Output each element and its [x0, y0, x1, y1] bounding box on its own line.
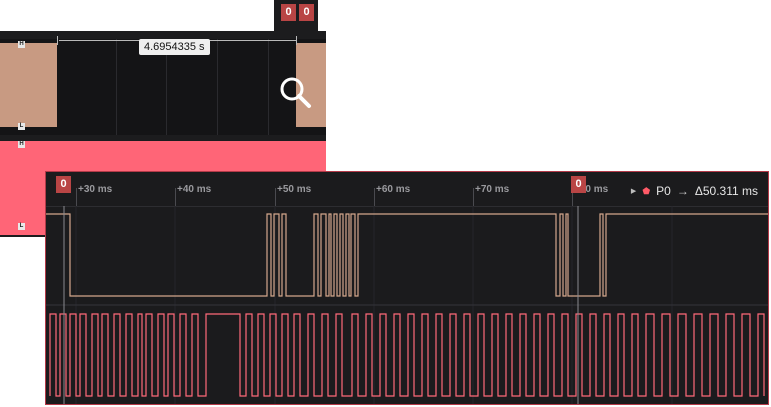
play-triangle-icon: ▶	[630, 188, 637, 195]
channel-0-waveform	[46, 213, 768, 297]
level-low-tag: L	[18, 123, 25, 130]
zoom-waveform	[46, 206, 768, 404]
level-high-tag: H	[18, 141, 25, 148]
popup-marker-start[interactable]: 0	[56, 176, 71, 193]
tick-label: +60 ms	[376, 184, 411, 195]
grid-line	[217, 39, 218, 135]
marker-label: P0	[656, 184, 671, 198]
measurement-end-cap	[296, 36, 297, 45]
tick-label: +50 ms	[277, 184, 312, 195]
level-high-tag: H	[18, 41, 25, 48]
channel-0-high-block	[0, 43, 57, 127]
tick-label: +40 ms	[177, 184, 212, 195]
popup-marker-end[interactable]: 0	[571, 176, 586, 193]
marker-flag-right[interactable]: 0	[299, 4, 314, 21]
measurement-start-cap	[57, 36, 58, 45]
channel-1-waveform	[49, 313, 765, 397]
grid-line	[116, 39, 117, 135]
marker-flag-left[interactable]: 0	[281, 4, 296, 21]
marker-pin-icon: ⬟	[642, 185, 651, 196]
tick-mark	[374, 188, 375, 206]
delta-time: Δ50.311 ms	[694, 184, 758, 198]
tick-mark	[275, 188, 276, 206]
time-ruler: +30 ms +40 ms +50 ms +60 ms +70 ms +80 m…	[46, 172, 768, 207]
tick-label: +30 ms	[78, 184, 113, 195]
level-low-tag: L	[18, 223, 25, 230]
zoom-popup[interactable]: +30 ms +40 ms +50 ms +60 ms +70 ms +80 m…	[45, 171, 769, 405]
tick-label: +70 ms	[475, 184, 510, 195]
zoom-grid	[46, 206, 768, 404]
tick-mark	[76, 188, 77, 206]
tick-mark	[175, 188, 176, 206]
measurement-duration-label: 4.6954335 s	[139, 39, 210, 55]
tick-mark	[473, 188, 474, 206]
arrow-right-icon: →	[676, 184, 689, 198]
magnifier-icon[interactable]	[279, 76, 313, 110]
grid-line	[268, 39, 269, 135]
marker-info: ▶ ⬟ P0 → Δ50.311 ms	[631, 184, 758, 198]
